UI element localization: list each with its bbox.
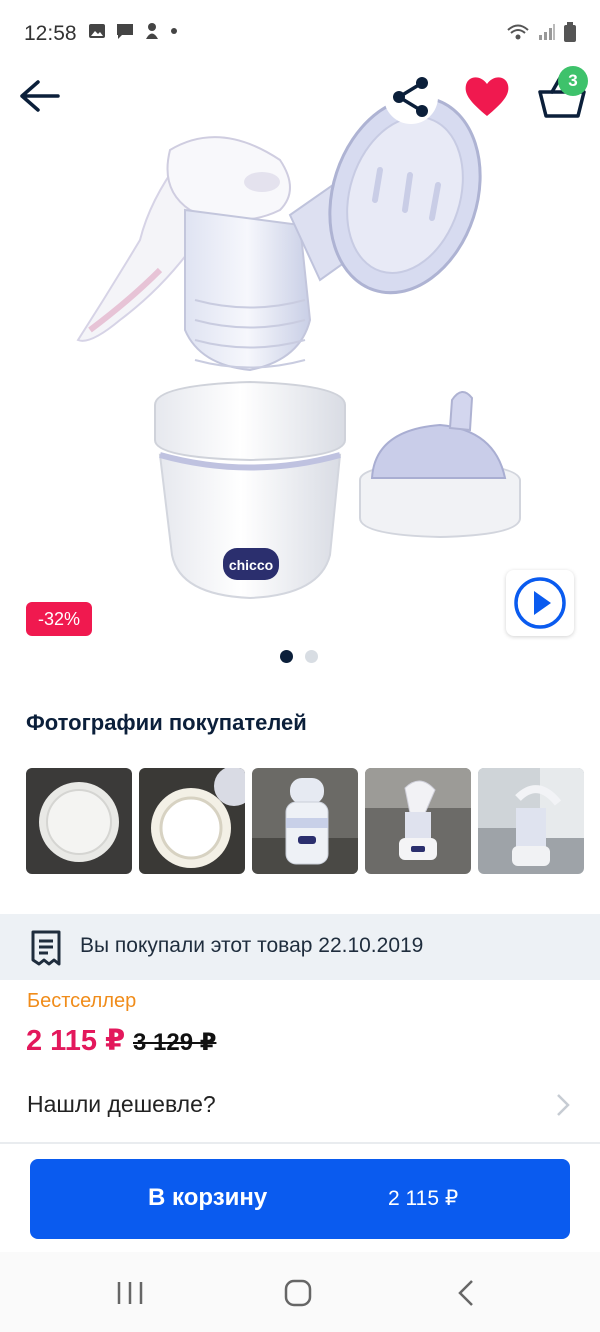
back-nav-icon[interactable] [454, 1278, 478, 1308]
status-time: 12:58 [24, 22, 77, 45]
wifi-icon [507, 24, 529, 40]
old-price: 3 129 ₽ [133, 1029, 217, 1056]
carousel-dot[interactable] [305, 650, 318, 663]
arrow-left-icon [20, 80, 60, 112]
share-icon [393, 77, 428, 117]
notification-icons [88, 22, 178, 40]
status-bar: 12:58 [0, 0, 600, 68]
customer-photos-list [26, 768, 584, 874]
message-icon [117, 24, 133, 39]
customer-photo[interactable] [365, 768, 471, 874]
bestseller-label: Бестселлер [27, 990, 137, 1012]
share-button[interactable] [384, 70, 438, 124]
favorite-button[interactable] [462, 72, 512, 120]
system-icons [506, 22, 576, 42]
add-to-cart-button[interactable] [30, 1159, 570, 1239]
carousel-indicator [280, 650, 318, 663]
customer-photo[interactable] [26, 768, 132, 874]
carousel-dot[interactable] [280, 650, 293, 663]
app-notification-icon [146, 23, 158, 39]
found-cheaper-label: Нашли дешевле? [27, 1091, 216, 1117]
more-notifications-icon [171, 28, 177, 34]
add-to-cart-label: В корзину [148, 1184, 268, 1211]
current-price: 2 115 ₽ [26, 1025, 126, 1057]
signal-icon [539, 24, 555, 40]
customer-photos-title: Фотографии покупателей [26, 710, 307, 735]
receipt-icon [30, 930, 62, 971]
video-play-button[interactable] [506, 570, 574, 636]
cart-count-badge: 3 [558, 66, 588, 96]
purchase-history-text: Вы покупали этот товар 22.10.2019 [80, 934, 424, 957]
heart-icon [465, 77, 509, 116]
customer-photo[interactable] [478, 768, 584, 874]
chevron-right-icon [554, 1092, 572, 1125]
discount-badge: -32% [26, 602, 93, 636]
customer-photo[interactable] [139, 768, 245, 874]
recent-apps-icon[interactable] [115, 1280, 145, 1306]
home-icon[interactable] [283, 1278, 313, 1308]
system-navigation-bar [0, 1252, 600, 1332]
battery-icon [564, 22, 576, 42]
play-icon [514, 577, 566, 629]
back-button[interactable] [18, 74, 62, 118]
customer-photo[interactable] [252, 768, 358, 874]
brand-logo: chicco [229, 557, 273, 573]
add-to-cart-price: 2 115 ₽ [388, 1187, 459, 1210]
gallery-icon [89, 24, 105, 38]
